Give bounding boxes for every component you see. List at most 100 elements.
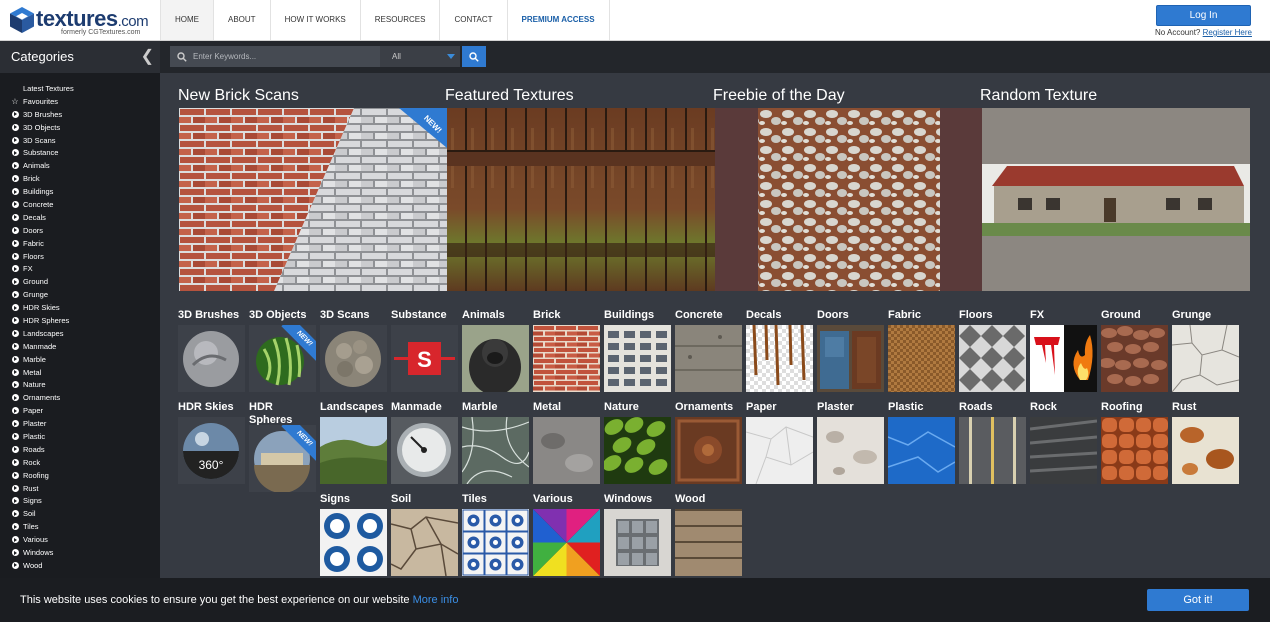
sidebar-item-floors[interactable]: Floors: [11, 250, 74, 263]
sidebar-item-doors[interactable]: Doors: [11, 224, 74, 237]
sidebar-item-roads[interactable]: Roads: [11, 443, 74, 456]
category-tile-fx[interactable]: FX: [1030, 309, 1097, 392]
star-icon: ☆: [11, 96, 19, 106]
sidebar-item-nature[interactable]: Nature: [11, 378, 74, 391]
nav-home[interactable]: HOME: [160, 0, 213, 40]
category-tile-paper[interactable]: Paper: [746, 401, 813, 484]
sidebar-item-rust[interactable]: Rust: [11, 482, 74, 495]
sidebar-item-substance[interactable]: Substance: [11, 146, 74, 159]
search-filter-select[interactable]: All: [380, 46, 460, 67]
category-tile-tiles[interactable]: Tiles: [462, 493, 529, 576]
category-tile-ground[interactable]: Ground: [1101, 309, 1168, 392]
sidebar-item-concrete[interactable]: Concrete: [11, 198, 74, 211]
sidebar-item-favourites[interactable]: ☆ Favourites: [11, 95, 74, 108]
category-tile-windows[interactable]: Windows: [604, 493, 671, 576]
sidebar-item-paper[interactable]: Paper: [11, 404, 74, 417]
sidebar-item-fx[interactable]: FX: [11, 262, 74, 275]
sidebar-item-signs[interactable]: Signs: [11, 495, 74, 508]
category-tile-brick[interactable]: Brick: [533, 309, 600, 392]
category-tile-soil[interactable]: Soil: [391, 493, 458, 576]
sidebar-item-label: Roads: [23, 444, 45, 454]
sidebar-item-landscapes[interactable]: Landscapes: [11, 327, 74, 340]
sidebar-item-wood[interactable]: Wood: [11, 559, 74, 572]
category-tile-landscapes[interactable]: Landscapes: [320, 401, 387, 484]
sidebar-item-hdr-spheres[interactable]: HDR Spheres: [11, 314, 74, 327]
category-tile-label: Floors: [959, 309, 993, 321]
sidebar-item-fabric[interactable]: Fabric: [11, 237, 74, 250]
category-tile-3d-objects[interactable]: 3D Objects NEW!: [249, 309, 316, 392]
category-tile-rust[interactable]: Rust: [1172, 401, 1239, 484]
category-tile-concrete[interactable]: Concrete: [675, 309, 742, 392]
category-tile-substance[interactable]: Substance S: [391, 309, 458, 392]
category-tile-signs[interactable]: Signs: [320, 493, 387, 576]
sidebar-item-grunge[interactable]: Grunge: [11, 288, 74, 301]
sidebar-item-soil[interactable]: Soil: [11, 507, 74, 520]
sidebar-item-plastic[interactable]: Plastic: [11, 430, 74, 443]
category-tile-various[interactable]: Various: [533, 493, 600, 576]
sidebar-item-ornaments[interactable]: Ornaments: [11, 391, 74, 404]
sidebar-item-manmade[interactable]: Manmade: [11, 340, 74, 353]
nav-resources[interactable]: RESOURCES: [359, 0, 440, 40]
sidebar-item-metal[interactable]: Metal: [11, 366, 74, 379]
sidebar-item-3d-objects[interactable]: 3D Objects: [11, 121, 74, 134]
random-texture-image[interactable]: [982, 108, 1250, 291]
nav-contact[interactable]: CONTACT: [439, 0, 506, 40]
sidebar-item-3d-scans[interactable]: 3D Scans: [11, 134, 74, 147]
sidebar-item-latest-textures[interactable]: Latest Textures: [11, 82, 74, 95]
nav-how-it-works[interactable]: HOW IT WORKS: [269, 0, 360, 40]
category-tile-doors[interactable]: Doors: [817, 309, 884, 392]
category-tile-decals[interactable]: Decals: [746, 309, 813, 392]
leaves-icon: [604, 417, 671, 484]
category-tile-label: Metal: [533, 401, 562, 413]
sidebar-item-tiles[interactable]: Tiles: [11, 520, 74, 533]
category-tile-animals[interactable]: Animals: [462, 309, 529, 392]
category-tile-buildings[interactable]: Buildings: [604, 309, 671, 392]
building-facade-icon: [604, 325, 671, 392]
category-tile-3d-brushes[interactable]: 3D Brushes: [178, 309, 245, 392]
sidebar-item-3d-brushes[interactable]: 3D Brushes: [11, 108, 74, 121]
category-tile-manmade[interactable]: Manmade: [391, 401, 458, 484]
category-tile-hdr-spheres[interactable]: HDR Spheres NEW!: [249, 401, 316, 492]
sidebar-item-various[interactable]: Various: [11, 533, 74, 546]
sidebar-item-marble[interactable]: Marble: [11, 353, 74, 366]
search-button[interactable]: [462, 46, 486, 67]
category-tile-roofing[interactable]: Roofing: [1101, 401, 1168, 484]
sidebar-item-ground[interactable]: Ground: [11, 275, 74, 288]
category-tile-3d-scans[interactable]: 3D Scans: [320, 309, 387, 392]
sidebar-item-brick[interactable]: Brick: [11, 172, 74, 185]
cookie-accept-button[interactable]: Got it!: [1147, 589, 1249, 611]
category-tile-nature[interactable]: Nature: [604, 401, 671, 484]
sidebar-item-buildings[interactable]: Buildings: [11, 185, 74, 198]
category-tile-rock[interactable]: Rock: [1030, 401, 1097, 484]
category-tile-wood[interactable]: Wood: [675, 493, 742, 576]
category-tile-floors[interactable]: Floors: [959, 309, 1026, 392]
category-tile-plaster[interactable]: Plaster: [817, 401, 884, 484]
category-tile-marble[interactable]: Marble: [462, 401, 529, 484]
search-input[interactable]: [193, 52, 373, 61]
sidebar-item-rock[interactable]: Rock: [11, 456, 74, 469]
category-tile-hdr-skies[interactable]: HDR Skies 360°: [178, 401, 245, 484]
sidebar-item-plaster[interactable]: Plaster: [11, 417, 74, 430]
sidebar-item-animals[interactable]: Animals: [11, 159, 74, 172]
category-tile-label: Fabric: [888, 309, 922, 321]
category-tile-ornaments[interactable]: Ornaments: [675, 401, 742, 484]
new-brick-scans-image[interactable]: NEW!: [179, 108, 447, 291]
category-tile-grunge[interactable]: Grunge: [1172, 309, 1239, 392]
sidebar-item-roofing[interactable]: Roofing: [11, 469, 74, 482]
featured-textures-image[interactable]: [447, 108, 715, 291]
more-info-link[interactable]: More info: [413, 594, 459, 606]
freebie-of-the-day-image[interactable]: [715, 108, 983, 291]
login-button[interactable]: Log In: [1156, 5, 1251, 26]
sidebar-item-windows[interactable]: Windows: [11, 546, 74, 559]
category-tile-fabric[interactable]: Fabric: [888, 309, 955, 392]
sidebar-item-hdr-skies[interactable]: HDR Skies: [11, 301, 74, 314]
sidebar-item-decals[interactable]: Decals: [11, 211, 74, 224]
category-tile-roads[interactable]: Roads: [959, 401, 1026, 484]
site-logo[interactable]: textures.com formerly CGTextures.com: [9, 6, 149, 38]
nav-premium-access[interactable]: PREMIUM ACCESS: [506, 0, 610, 40]
nav-about[interactable]: ABOUT: [213, 0, 270, 40]
category-tile-metal[interactable]: Metal: [533, 401, 600, 484]
category-tile-plastic[interactable]: Plastic: [888, 401, 955, 484]
collapse-chevron-icon[interactable]: ❮: [141, 41, 154, 73]
register-link[interactable]: Register Here: [1203, 28, 1252, 37]
